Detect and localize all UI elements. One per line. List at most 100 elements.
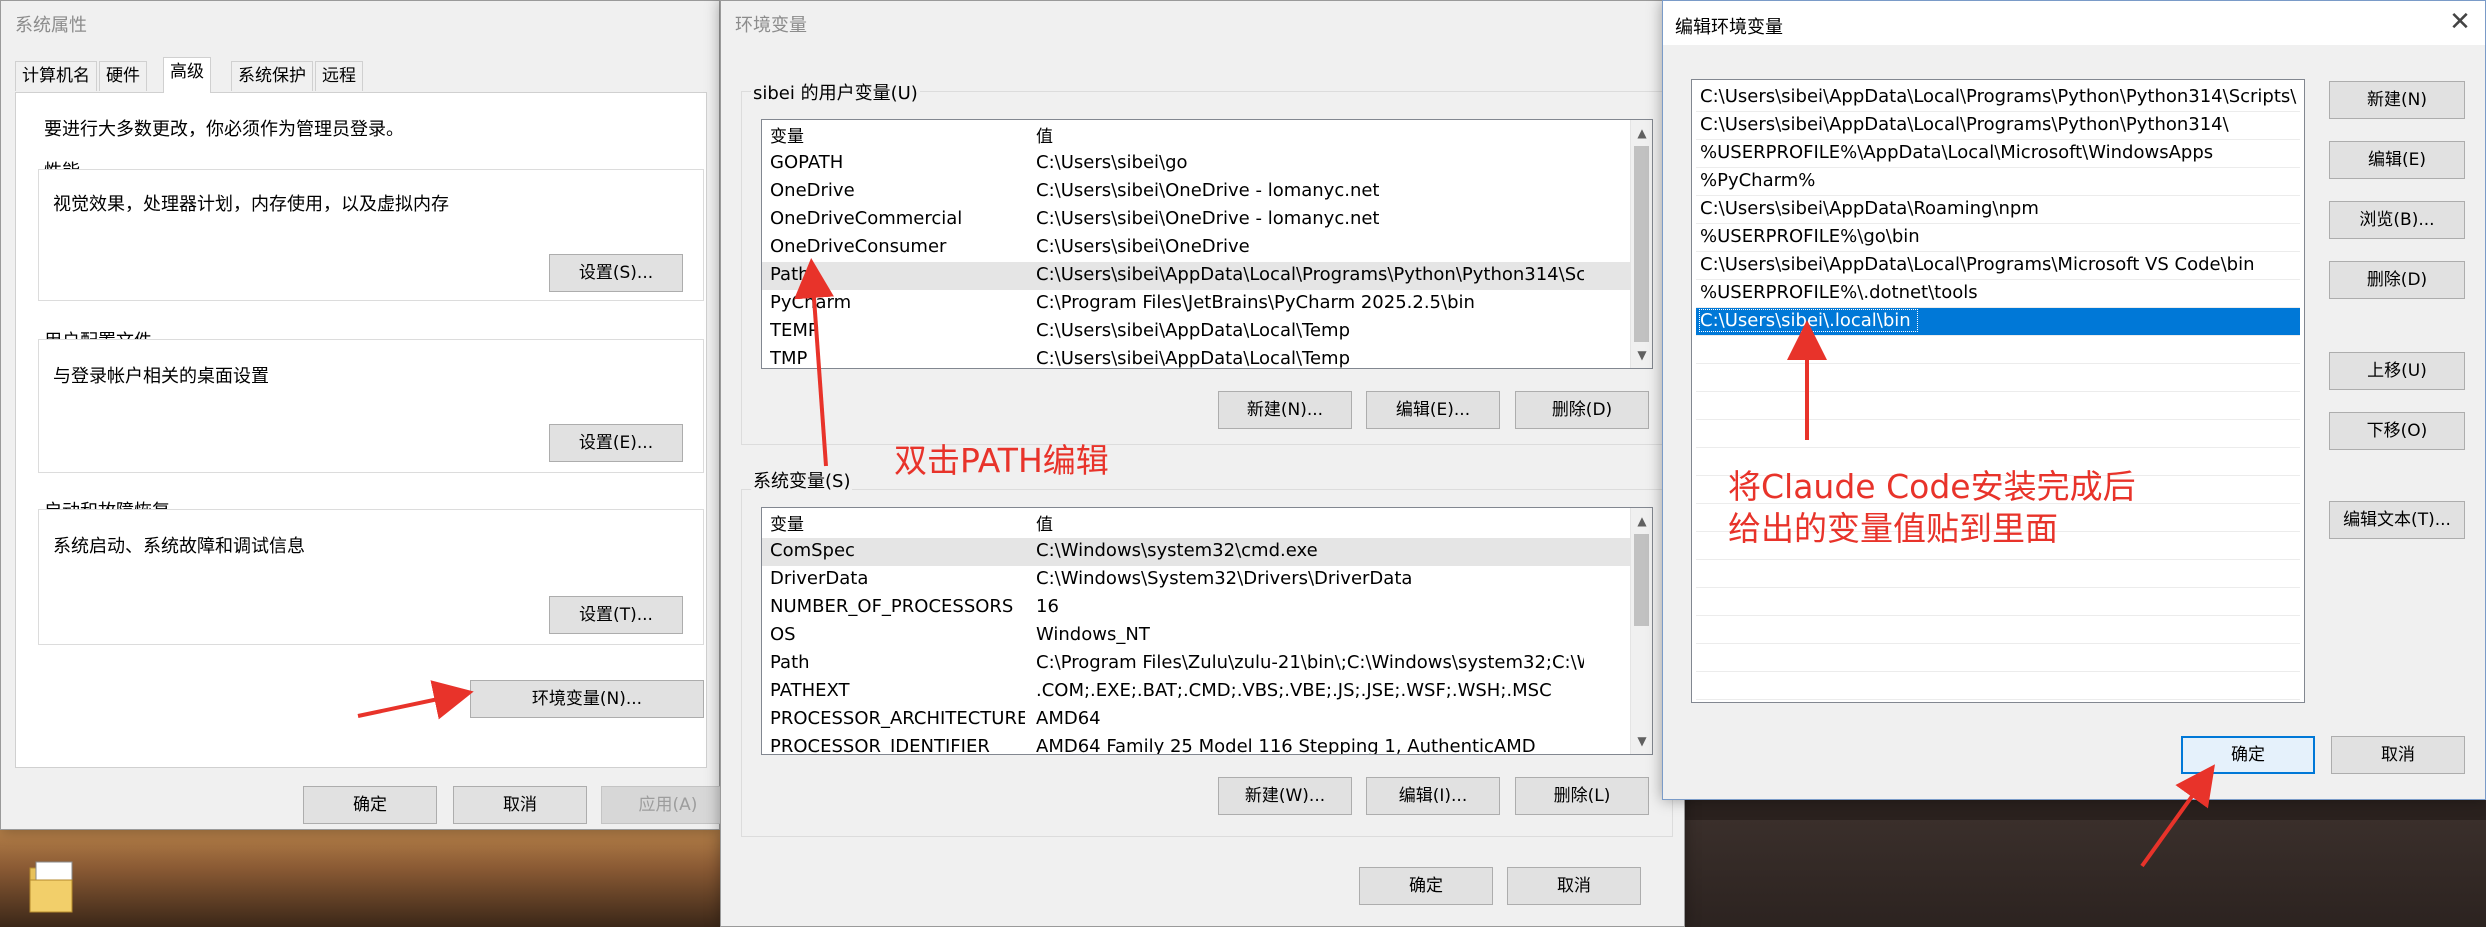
table-row[interactable]: PROCESSOR_ARCHITECTURE AMD64 <box>762 706 1630 734</box>
row-val: C:\Program Files\Zulu\zulu-21\bin\;C:\Wi… <box>1036 652 1584 673</box>
user-new-button[interactable]: 新建(N)... <box>1218 391 1352 429</box>
list-item[interactable]: C:\Users\sibei\AppData\Local\Programs\Py… <box>1696 112 2300 140</box>
header-value[interactable]: 值 <box>1036 122 1053 147</box>
list-item[interactable]: %USERPROFILE%\AppData\Local\Microsoft\Wi… <box>1696 140 2300 168</box>
table-row[interactable]: ComSpec C:\Windows\system32\cmd.exe <box>762 538 1630 566</box>
entry-text[interactable]: C:\Users\sibei\.local\bin <box>1699 309 1918 332</box>
tab-computer-name[interactable]: 计算机名 <box>15 61 97 91</box>
user-profiles-group: 与登录帐户相关的桌面设置 设置(E)... <box>38 339 704 473</box>
user-variables-label: sibei 的用户变量(U) <box>751 79 920 105</box>
system-variables-list[interactable]: 变量 值 ComSpec C:\Windows\system32\cmd.exe … <box>761 507 1653 755</box>
environment-variables-titlebar: 环境变量 <box>721 1 1684 45</box>
table-row[interactable]: TMP C:\Users\sibei\AppData\Local\Temp <box>762 346 1630 368</box>
startup-recovery-desc: 系统启动、系统故障和调试信息 <box>53 536 305 557</box>
annotation-double-click-path: 双击PATH编辑 <box>894 441 1109 480</box>
user-variables-list[interactable]: 变量 值 GOPATH C:\Users\sibei\go OneDrive C:\… <box>761 119 1653 369</box>
move-down-button[interactable]: 下移(O) <box>2329 412 2465 450</box>
list-item-selected[interactable]: C:\Users\sibei\.local\bin <box>1696 308 2300 336</box>
row-var: OneDriveConsumer <box>770 236 947 257</box>
table-row[interactable]: OS Windows_NT <box>762 622 1630 650</box>
scroll-down-icon[interactable]: ▼ <box>1631 730 1652 752</box>
user-profiles-settings-button[interactable]: 设置(E)... <box>549 424 683 462</box>
list-item[interactable]: C:\Users\sibei\AppData\Roaming\npm <box>1696 196 2300 224</box>
list-item[interactable]: C:\Users\sibei\AppData\Local\Programs\Mi… <box>1696 252 2300 280</box>
move-up-button[interactable]: 上移(U) <box>2329 352 2465 390</box>
list-empty-row <box>1696 560 2300 588</box>
scroll-thumb[interactable] <box>1634 146 1649 342</box>
edit-env-titlebar: 编辑环境变量 ✕ <box>1663 1 2485 45</box>
table-row-path[interactable]: Path C:\Users\sibei\AppData\Local\Program… <box>762 262 1630 290</box>
header-value[interactable]: 值 <box>1036 510 1053 535</box>
performance-settings-button[interactable]: 设置(S)... <box>549 254 683 292</box>
table-row[interactable]: PyCharm C:\Program Files\JetBrains\PyChar… <box>762 290 1630 318</box>
admin-note: 要进行大多数更改，你必须作为管理员登录。 <box>44 119 404 140</box>
cancel-button[interactable]: 取消 <box>453 786 587 824</box>
path-entries-list[interactable]: C:\Users\sibei\AppData\Local\Programs\Py… <box>1691 79 2305 703</box>
scroll-up-icon[interactable]: ▲ <box>1631 122 1652 144</box>
row-var: PROCESSOR_IDENTIFIER <box>770 736 990 755</box>
row-var: ComSpec <box>770 540 855 561</box>
table-row[interactable]: PROCESSOR_IDENTIFIER AMD64 Family 25 Mode… <box>762 734 1630 755</box>
table-row[interactable]: DriverData C:\Windows\System32\Drivers\Dr… <box>762 566 1630 594</box>
header-variable[interactable]: 变量 <box>770 122 804 147</box>
desktop-folder-icon[interactable] <box>28 858 76 916</box>
cancel-button[interactable]: 取消 <box>2331 736 2465 774</box>
row-var: OneDrive <box>770 180 855 201</box>
startup-recovery-group: 系统启动、系统故障和调试信息 设置(T)... <box>38 509 704 645</box>
tab-panel: 要进行大多数更改，你必须作为管理员登录。 性能 视觉效果，处理器计划，内存使用，… <box>15 92 707 768</box>
system-new-button[interactable]: 新建(W)... <box>1218 777 1352 815</box>
scroll-thumb[interactable] <box>1634 534 1649 626</box>
scroll-up-icon[interactable]: ▲ <box>1631 510 1652 532</box>
user-list-scrollbar[interactable]: ▲ ▼ <box>1630 120 1652 368</box>
entry-text: C:\Users\sibei\AppData\Local\Programs\Py… <box>1700 86 2297 107</box>
table-row[interactable]: OneDriveCommercial C:\Users\sibei\OneDriv… <box>762 206 1630 234</box>
cancel-button[interactable]: 取消 <box>1507 867 1641 905</box>
environment-variables-button[interactable]: 环境变量(N)... <box>470 680 704 718</box>
header-variable[interactable]: 变量 <box>770 510 804 535</box>
ok-button[interactable]: 确定 <box>2181 736 2315 774</box>
table-row[interactable]: Path C:\Program Files\Zulu\zulu-21\bin\;C… <box>762 650 1630 678</box>
user-delete-button[interactable]: 删除(D) <box>1515 391 1649 429</box>
list-item[interactable]: C:\Users\sibei\AppData\Local\Programs\Py… <box>1696 84 2300 112</box>
table-row[interactable]: GOPATH C:\Users\sibei\go <box>762 150 1630 178</box>
close-icon[interactable]: ✕ <box>2447 9 2473 35</box>
delete-button[interactable]: 删除(D) <box>2329 261 2465 299</box>
table-row[interactable]: OneDrive C:\Users\sibei\OneDrive - lomany… <box>762 178 1630 206</box>
system-edit-button[interactable]: 编辑(I)... <box>1366 777 1500 815</box>
edit-button[interactable]: 编辑(E) <box>2329 141 2465 179</box>
entry-text: C:\Users\sibei\AppData\Local\Programs\Mi… <box>1700 254 2255 275</box>
table-row[interactable]: PATHEXT .COM;.EXE;.BAT;.CMD;.VBS;.VBE;.JS… <box>762 678 1630 706</box>
entry-text: %USERPROFILE%\go\bin <box>1700 226 1920 247</box>
user-edit-button[interactable]: 编辑(E)... <box>1366 391 1500 429</box>
apply-button[interactable]: 应用(A) <box>601 786 735 824</box>
table-row[interactable]: OneDriveConsumer C:\Users\sibei\OneDrive <box>762 234 1630 262</box>
list-item[interactable]: %USERPROFILE%\.dotnet\tools <box>1696 280 2300 308</box>
row-var: GOPATH <box>770 152 844 173</box>
system-list-scrollbar[interactable]: ▲ ▼ <box>1630 508 1652 754</box>
list-item[interactable]: %PyCharm% <box>1696 168 2300 196</box>
tab-hardware[interactable]: 硬件 <box>99 61 147 91</box>
list-empty-row <box>1696 336 2300 364</box>
table-row[interactable]: NUMBER_OF_PROCESSORS 16 <box>762 594 1630 622</box>
desktop-wallpaper-left <box>0 820 720 927</box>
ok-button[interactable]: 确定 <box>303 786 437 824</box>
ok-button[interactable]: 确定 <box>1359 867 1493 905</box>
row-var: PyCharm <box>770 292 852 313</box>
browse-button[interactable]: 浏览(B)... <box>2329 201 2465 239</box>
row-val: C:\Users\sibei\AppData\Local\Programs\Py… <box>1036 264 1584 285</box>
tab-system-protection[interactable]: 系统保护 <box>231 61 313 91</box>
edit-text-button[interactable]: 编辑文本(T)... <box>2329 501 2465 539</box>
row-var: NUMBER_OF_PROCESSORS <box>770 596 1014 617</box>
new-button[interactable]: 新建(N) <box>2329 81 2465 119</box>
list-empty-row <box>1696 644 2300 672</box>
table-row[interactable]: TEMP C:\Users\sibei\AppData\Local\Temp <box>762 318 1630 346</box>
window-title: 系统属性 <box>15 15 87 36</box>
row-val: C:\Program Files\JetBrains\PyCharm 2025.… <box>1036 292 1475 313</box>
system-delete-button[interactable]: 删除(L) <box>1515 777 1649 815</box>
startup-recovery-settings-button[interactable]: 设置(T)... <box>549 596 683 634</box>
row-var: TEMP <box>770 320 819 341</box>
tab-remote[interactable]: 远程 <box>315 61 363 91</box>
scroll-down-icon[interactable]: ▼ <box>1631 344 1652 366</box>
tab-advanced[interactable]: 高级 <box>163 57 211 93</box>
list-item[interactable]: %USERPROFILE%\go\bin <box>1696 224 2300 252</box>
